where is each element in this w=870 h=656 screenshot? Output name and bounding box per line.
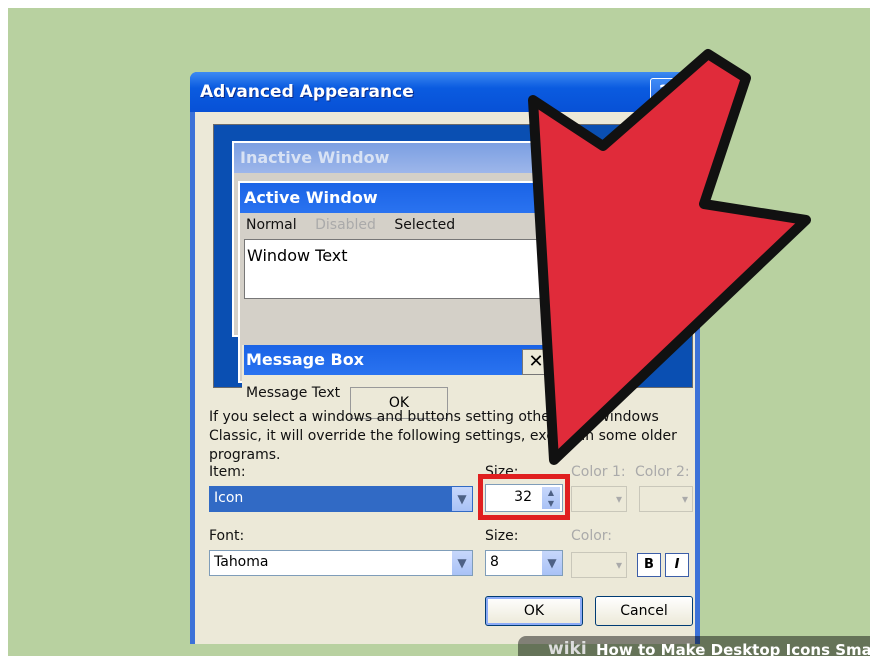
watermark-title: How to Make Desktop Icons Smaller [596,641,870,656]
watermark-bar: wiki How to Make Desktop Icons Smaller [518,636,870,656]
wikihow-logo: wiki [548,639,587,656]
red-pointer-arrow-icon [528,49,811,465]
background: Advanced Appearance ? Inactive Window ✕ … [8,8,870,656]
